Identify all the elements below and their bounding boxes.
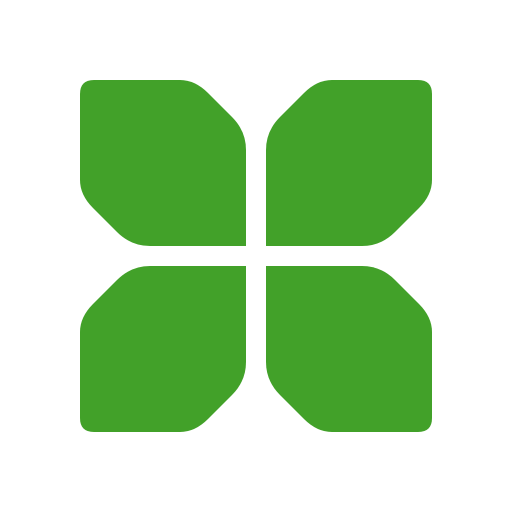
logo-canvas: [0, 0, 512, 512]
logo-background: [0, 0, 512, 512]
clover-logo-icon: [0, 0, 512, 512]
